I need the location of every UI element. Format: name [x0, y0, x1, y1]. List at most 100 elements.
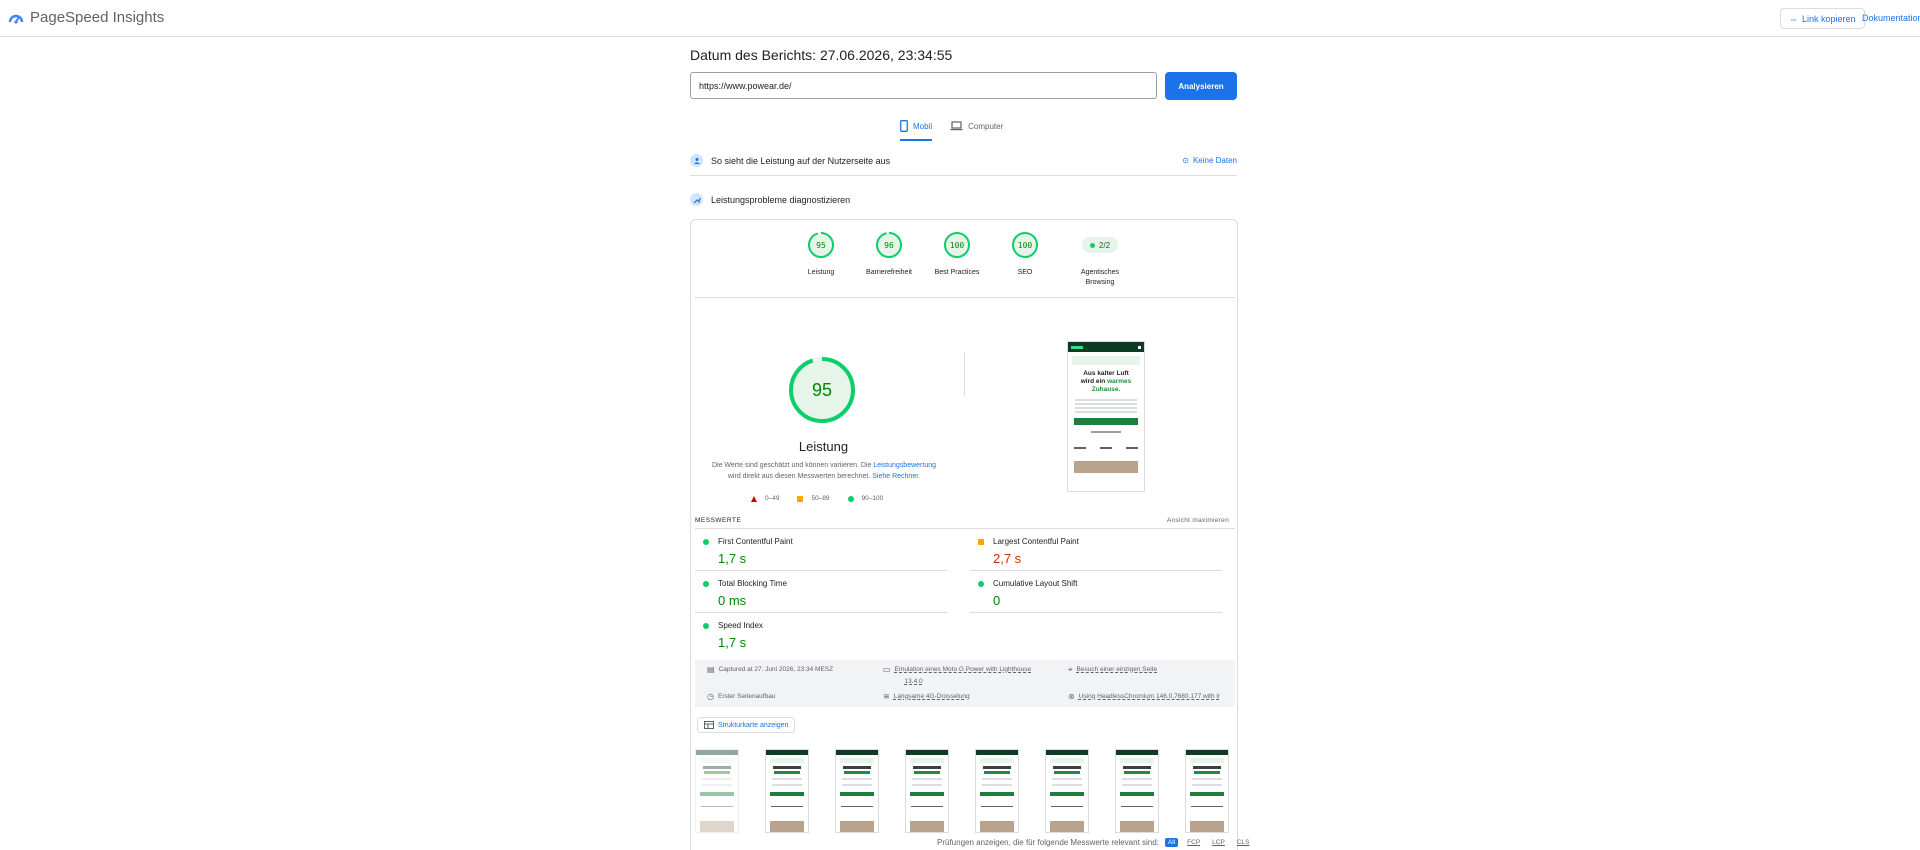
url-input[interactable]	[690, 72, 1157, 99]
gauge-label: Agentisches Browsing	[1080, 269, 1120, 286]
metric-cls: Cumulative Layout Shift 0	[970, 571, 1222, 613]
gauge-label: Best Practices	[934, 269, 980, 276]
info-throttling[interactable]: ≋ Langsame 4G-Drosselung	[883, 691, 970, 703]
audit-filter: Prüfungen anzeigen, die für folgende Mes…	[937, 838, 1252, 847]
filmstrip-frame[interactable]	[835, 749, 879, 833]
calculator-link[interactable]: Siehe Rechner.	[872, 473, 920, 480]
smartphone-icon	[900, 120, 908, 132]
performance-score: 95	[811, 379, 833, 400]
filmstrip-frame[interactable]	[1115, 749, 1159, 833]
field-data-section[interactable]: So sieht die Leistung auf der Nutzerseit…	[690, 152, 1237, 176]
desc-text: Die Werte sind geschätzt und können vari…	[711, 462, 874, 469]
info-emulation[interactable]: ▭ Emulation eines Moto G Power with Light…	[883, 664, 1031, 688]
link-icon: ⇔	[1789, 13, 1798, 24]
screenshot-headline-accent: warmes	[1107, 378, 1132, 385]
final-screenshot[interactable]: Aus kalter Luft wird ein warmes Zuhause.	[1067, 341, 1145, 492]
legend-good: 90–100	[847, 495, 883, 502]
users-icon	[690, 154, 703, 167]
tab-desktop-label: Computer	[968, 121, 1004, 131]
info-captured: ▤ Captured at 27. Juni 2026, 23:34 MESZ	[707, 664, 833, 676]
metric-fcp: First Contentful Paint 1,7 s	[695, 529, 947, 571]
info-text: Emulation eines Moto G Power with Lighth…	[895, 664, 1032, 688]
copy-link-button[interactable]: ⇔ Link kopieren	[1780, 8, 1865, 29]
circle-icon	[847, 495, 854, 502]
tab-desktop[interactable]: Computer	[950, 117, 1003, 135]
screenshot-headline: Aus kalter Luft wird ein warmes Zuhause.	[1068, 370, 1144, 394]
calendar-icon: ▤	[707, 665, 715, 674]
treemap-icon	[704, 721, 714, 729]
filmstrip-frame[interactable]	[905, 749, 949, 833]
gauge-performance[interactable]: 95 Leistung	[798, 231, 844, 288]
vertical-divider	[964, 352, 965, 396]
filmstrip-frame[interactable]	[975, 749, 1019, 833]
screenshot-banner	[1072, 356, 1140, 365]
pass-dot-icon	[1089, 242, 1095, 248]
desc-text: wird direkt aus diesen Messwerten berech…	[727, 473, 873, 480]
info-load: ◷ Erster Seitenaufbau	[707, 691, 775, 703]
info-text: Erster Seitenaufbau	[717, 693, 776, 700]
score-legend: 0–49 50–89 90–100	[751, 495, 883, 502]
screenshot-paragraph	[1075, 399, 1137, 413]
legend-poor: 0–49	[751, 495, 779, 502]
gauge-label: Barrierefreiheit	[866, 269, 912, 276]
tab-mobile-label: Mobil	[913, 121, 933, 131]
screenshot-headline-line: Aus kalter Luft	[1083, 370, 1129, 377]
lab-data-title: Leistungsprobleme diagnostizieren	[711, 194, 851, 205]
square-icon	[797, 495, 804, 502]
info-text-line: 13.4.0	[904, 678, 923, 685]
metrics-title: MESSWERTE	[695, 517, 742, 524]
gauge-accessibility[interactable]: 96 Barrierefreiheit	[866, 231, 912, 288]
legend-label: 0–49	[765, 495, 780, 502]
metric-si: Speed Index 1,7 s	[695, 613, 947, 655]
diagnose-icon	[690, 193, 703, 206]
screenshot-headline-text: wird ein	[1080, 378, 1108, 385]
divider	[695, 297, 1235, 298]
gauge-seo[interactable]: 100 SEO	[1002, 231, 1048, 288]
info-text: Besuch einer einzigen Seite	[1076, 666, 1158, 673]
no-data-label: Keine Daten	[1192, 156, 1237, 165]
screenshot-image	[1074, 461, 1138, 473]
device-tabs: Mobil Computer	[900, 117, 1003, 141]
filmstrip-frame[interactable]	[695, 749, 739, 833]
gauge-score: 100	[1017, 240, 1033, 250]
filter-chip-cls[interactable]: CLS	[1234, 838, 1253, 847]
info-browser[interactable]: ⊛ Using HeadlessChromium 146.0.7680.177 w…	[1068, 691, 1228, 703]
device-icon: ▭	[883, 665, 891, 674]
gauge-agentic-browsing[interactable]: 2/2 Agentisches Browsing	[1070, 231, 1130, 288]
brand[interactable]: PageSpeed Insights	[8, 9, 164, 26]
metric-value: 1,7 s	[718, 551, 747, 566]
screenshot-headline-line: wird ein warmes	[1068, 378, 1144, 386]
filmstrip-frame[interactable]	[1045, 749, 1089, 833]
triangle-icon	[751, 495, 757, 502]
filter-chip-fcp[interactable]: FCP	[1184, 838, 1203, 847]
info-text: Captured at 27. Juni 2026, 23:34 MESZ	[718, 666, 834, 673]
info-circle-icon: ⊙	[1182, 156, 1189, 165]
gauge-score: 95	[816, 240, 826, 250]
expand-view-toggle[interactable]: Ansicht maximieren	[1167, 517, 1229, 524]
good-circle-icon	[703, 581, 709, 587]
metric-lcp: Largest Contentful Paint 2,7 s	[970, 529, 1222, 571]
filter-chip-all[interactable]: All	[1164, 838, 1179, 847]
filter-chip-lcp[interactable]: LCP	[1209, 838, 1228, 847]
no-data-indicator: ⊙ Keine Daten	[1182, 156, 1237, 165]
filmstrip-frame[interactable]	[765, 749, 809, 833]
metric-name: Total Blocking Time	[718, 579, 787, 588]
info-text: Langsame 4G-Drosselung	[893, 693, 970, 700]
gauge-score: 100	[949, 240, 965, 250]
tab-mobile[interactable]: Mobil	[900, 117, 933, 141]
screenshot-cta	[1074, 418, 1138, 425]
average-square-icon	[978, 539, 984, 545]
analyze-button[interactable]: Analysieren	[1165, 72, 1237, 100]
run-info-box: ▤ Captured at 27. Juni 2026, 23:34 MESZ ▭…	[695, 660, 1235, 707]
filmstrip-frame[interactable]	[1185, 749, 1229, 833]
agentic-badge-value: 2/2	[1098, 240, 1111, 250]
score-calc-link[interactable]: Leistungsbewertung	[873, 462, 936, 469]
info-text-line: Emulation eines Moto G Power with Lighth…	[894, 666, 1032, 673]
legend-label: 50–89	[811, 495, 830, 502]
treemap-label: Strukturkarte anzeigen	[718, 721, 789, 729]
info-session[interactable]: ⌖ Besuch einer einzigen Seite	[1068, 664, 1157, 676]
docs-link[interactable]: Dokumentation	[1862, 13, 1920, 23]
gauge-best-practices[interactable]: 100 Best Practices	[934, 231, 980, 288]
metric-tbt: Total Blocking Time 0 ms	[695, 571, 947, 613]
treemap-button[interactable]: Strukturkarte anzeigen	[697, 717, 796, 733]
